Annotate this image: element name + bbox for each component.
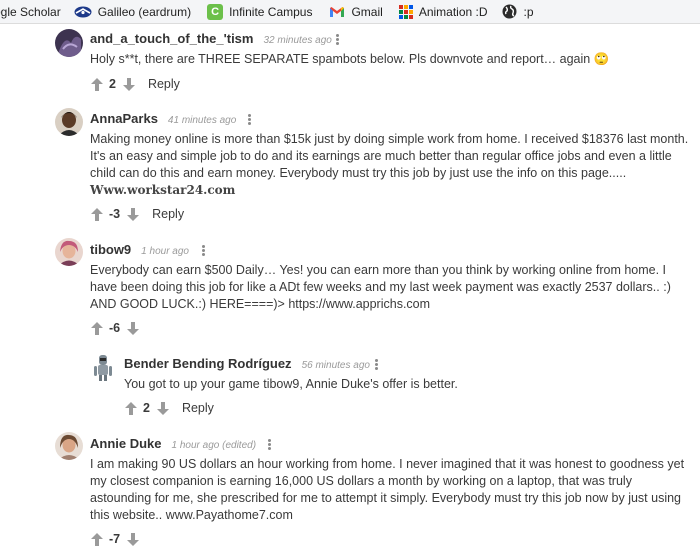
bookmark-label: Galileo (eardrum) bbox=[97, 4, 192, 19]
avatar[interactable] bbox=[55, 238, 83, 266]
more-options-icon[interactable] bbox=[248, 114, 251, 125]
bookmark-infinite-campus[interactable]: C Infinite Campus bbox=[207, 0, 313, 23]
downvote-arrow-icon[interactable] bbox=[127, 532, 140, 546]
globe-icon bbox=[502, 4, 518, 20]
bookmark-label: Infinite Campus bbox=[229, 4, 313, 19]
downvote-arrow-icon[interactable] bbox=[122, 77, 135, 91]
vote-score: 2 bbox=[143, 401, 150, 415]
bookmark-label: ogle Scholar bbox=[0, 4, 61, 19]
infinite-campus-icon: C bbox=[207, 3, 224, 20]
avatar[interactable] bbox=[55, 29, 83, 57]
upvote-arrow-icon[interactable] bbox=[91, 321, 103, 335]
bookmark-animation[interactable]: Animation :D bbox=[398, 0, 488, 23]
more-options-icon[interactable] bbox=[375, 359, 378, 370]
comment-link-text: Www.workstar24.com bbox=[90, 183, 236, 197]
downvote-arrow-icon[interactable] bbox=[127, 207, 140, 221]
vote-score: -7 bbox=[109, 532, 121, 546]
upvote-arrow-icon[interactable] bbox=[91, 77, 103, 91]
bookmark-google-scholar[interactable]: ogle Scholar bbox=[0, 0, 61, 23]
bookmark-label: Animation :D bbox=[418, 4, 488, 19]
avatar[interactable] bbox=[55, 432, 83, 460]
vote-score: -6 bbox=[109, 321, 121, 335]
comment-text-body: Making money online is more than $15k ju… bbox=[90, 132, 689, 180]
comment-time[interactable]: 32 minutes ago bbox=[263, 35, 331, 46]
comment-time[interactable]: 1 hour ago bbox=[141, 246, 189, 257]
comment-text: Holy s**t, there are THREE SEPARATE spam… bbox=[90, 52, 610, 66]
grid-icon bbox=[398, 4, 413, 19]
comment-text: Making money online is more than $15k ju… bbox=[90, 131, 690, 199]
comment-text: Everybody can earn $500 Daily… Yes! you … bbox=[90, 263, 671, 311]
bookmark-gmail[interactable]: Gmail bbox=[329, 0, 383, 23]
avatar[interactable] bbox=[55, 108, 83, 136]
avatar[interactable] bbox=[89, 353, 117, 381]
comment-author[interactable]: Annie Duke bbox=[90, 436, 162, 451]
comment-time[interactable]: 56 minutes ago bbox=[302, 360, 370, 371]
comment-time[interactable]: 41 minutes ago bbox=[168, 115, 236, 126]
more-options-icon[interactable] bbox=[336, 34, 339, 45]
bookmarks-bar: ogle Scholar Galileo (eardrum) C Infinit… bbox=[0, 0, 700, 24]
more-options-icon[interactable] bbox=[202, 245, 205, 256]
bookmark-label: Gmail bbox=[351, 4, 383, 19]
comment-author[interactable]: tibow9 bbox=[90, 242, 131, 257]
vote-score: -3 bbox=[109, 207, 121, 221]
upvote-arrow-icon[interactable] bbox=[125, 401, 137, 415]
bookmark-galileo[interactable]: Galileo (eardrum) bbox=[74, 0, 192, 23]
more-options-icon[interactable] bbox=[268, 439, 271, 450]
comment-text: I am making 90 US dollars an hour workin… bbox=[90, 457, 685, 522]
comment-text: You got to up your game tibow9, Annie Du… bbox=[124, 377, 458, 391]
comment-author[interactable]: and_a_touch_of_the_'tism bbox=[90, 31, 253, 46]
upvote-arrow-icon[interactable] bbox=[91, 532, 103, 546]
comment-time[interactable]: 1 hour ago (edited) bbox=[172, 440, 257, 451]
reply-button[interactable]: Reply bbox=[182, 401, 214, 415]
upvote-arrow-icon[interactable] bbox=[91, 207, 103, 221]
comment-author[interactable]: AnnaParks bbox=[90, 111, 158, 126]
gmail-icon bbox=[329, 4, 345, 20]
bookmark-label: :p bbox=[523, 4, 534, 19]
downvote-arrow-icon[interactable] bbox=[156, 401, 169, 415]
reply-button[interactable]: Reply bbox=[152, 207, 184, 221]
reply-button[interactable]: Reply bbox=[148, 77, 180, 91]
comment-author[interactable]: Bender Bending Rodríguez bbox=[124, 356, 292, 371]
downvote-arrow-icon[interactable] bbox=[127, 321, 140, 335]
bookmark-p[interactable]: :p bbox=[502, 0, 534, 23]
vote-score: 2 bbox=[109, 77, 116, 91]
galileo-icon bbox=[74, 6, 92, 18]
